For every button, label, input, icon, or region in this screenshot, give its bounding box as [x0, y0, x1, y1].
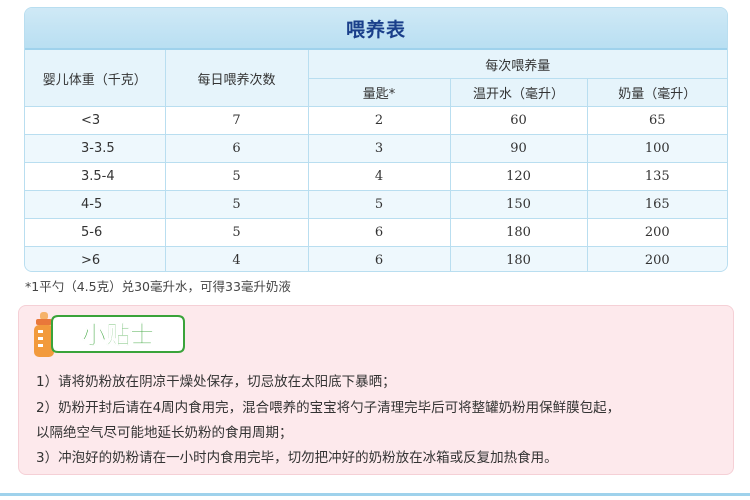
cell-water: 180 [449, 246, 587, 271]
cell-scoops: 4 [307, 162, 450, 191]
header-weight: 婴儿体重（千克） [25, 50, 165, 107]
cell-weight: >6 [25, 246, 165, 271]
header-milk: 奶量（毫升） [586, 78, 727, 107]
cell-scoops: 3 [307, 134, 450, 163]
cell-milk: 135 [586, 162, 727, 191]
table-row: 3.5-4 5 4 120 135 [25, 162, 727, 191]
header-scoops: 量匙* [307, 78, 450, 107]
cell-scoops: 6 [307, 218, 450, 247]
tip-line-4: 3）冲泡好的奶粉请在一小时内食用完毕，切勿把冲好的奶粉放在冰箱或反复加热食用。 [36, 450, 558, 466]
cell-milk: 100 [586, 134, 727, 163]
table-row: <3 7 2 60 65 [25, 106, 727, 135]
feeding-schedule-table: 婴儿体重（千克） 每日喂养次数 每次喂养量 量匙* 温开水（毫升） 奶量（毫升）… [25, 50, 727, 271]
cell-water: 60 [449, 106, 587, 135]
table-row: 5-6 5 6 180 200 [25, 218, 727, 247]
cell-weight: <3 [25, 106, 165, 135]
feeding-table: 喂养表 婴儿体重（千克） 每日喂养次数 每次喂养量 量匙* 温开水（毫升） 奶量… [24, 7, 728, 272]
tip-line-3: 以隔绝空气尽可能地延长奶粉的食用周期； [36, 425, 293, 441]
cell-scoops: 2 [307, 106, 450, 135]
cell-weight: 3.5-4 [25, 162, 165, 191]
cell-milk: 200 [586, 218, 727, 247]
cell-weight: 3-3.5 [25, 134, 165, 163]
cell-times: 4 [164, 246, 308, 271]
cell-milk: 200 [586, 246, 727, 271]
cell-weight: 5-6 [25, 218, 165, 247]
header-water: 温开水（毫升） [449, 78, 587, 107]
footnote: *1平勺（4.5克）兑30毫升水，可得33毫升奶液 [25, 279, 291, 294]
cell-water: 120 [449, 162, 587, 191]
cell-times: 5 [164, 162, 308, 191]
cell-milk: 165 [586, 190, 727, 219]
header-per-feed: 每次喂养量 [307, 50, 727, 79]
cell-times: 6 [164, 134, 308, 163]
cell-times: 5 [164, 190, 308, 219]
cell-weight: 4-5 [25, 190, 165, 219]
table-row: 3-3.5 6 3 90 100 [25, 134, 727, 163]
bottom-divider [0, 493, 750, 496]
tips-badge: 小贴士 [34, 312, 185, 357]
cell-milk: 65 [586, 106, 727, 135]
cell-times: 5 [164, 218, 308, 247]
cell-water: 90 [449, 134, 587, 163]
header-times: 每日喂养次数 [164, 50, 308, 107]
cell-water: 150 [449, 190, 587, 219]
cell-times: 7 [164, 106, 308, 135]
cell-scoops: 5 [307, 190, 450, 219]
cell-scoops: 6 [307, 246, 450, 271]
tips-badge-label: 小贴士 [82, 321, 154, 349]
table-title: 喂养表 [345, 18, 406, 41]
tip-line-2: 2）奶粉开封后请在4周内食用完，混合喂养的宝宝将勺子清理完毕后可将整罐奶粉用保鲜… [36, 400, 621, 416]
table-title-bar: 喂养表 [25, 8, 727, 50]
table-row: 4-5 5 5 150 165 [25, 190, 727, 219]
table-row: >6 4 6 180 200 [25, 246, 727, 271]
cell-water: 180 [449, 218, 587, 247]
tip-line-1: 1）请将奶粉放在阴凉干燥处保存，切忌放在太阳底下暴晒； [36, 374, 396, 390]
